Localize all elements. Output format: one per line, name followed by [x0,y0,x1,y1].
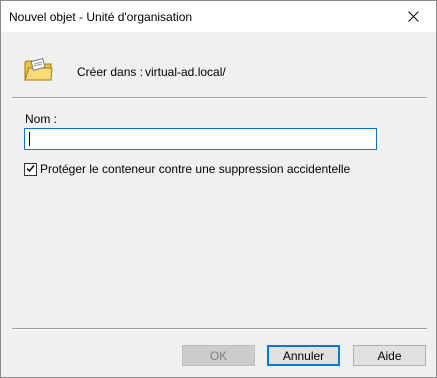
close-icon [407,11,419,22]
dialog-body: Créer dans : virtual-ad.local/ Nom : Pro… [1,32,436,377]
window-title: Nouvel objet - Unité d'organisation [9,10,193,24]
name-label: Nom : [25,112,58,126]
organizational-unit-icon [23,56,53,82]
text-caret [29,132,30,146]
cancel-button[interactable]: Annuler [267,345,340,366]
protect-checkbox-label: Protéger le conteneur contre une suppres… [40,162,351,176]
protect-container-option[interactable]: Protéger le conteneur contre une suppres… [24,161,350,177]
close-button[interactable] [390,1,436,32]
title-bar[interactable]: Nouvel objet - Unité d'organisation [1,1,436,32]
protect-checkbox[interactable] [24,162,37,176]
dialog-window: Nouvel objet - Unité d'organisation Crée… [0,0,437,378]
create-in-label: Créer dans : [77,65,144,79]
footer-divider [12,328,427,330]
header-divider [12,97,427,99]
ok-button[interactable]: OK [182,345,255,366]
checkmark-icon [26,162,35,176]
create-in-path: virtual-ad.local/ [145,65,226,79]
name-input[interactable] [24,128,377,150]
help-button[interactable]: Aide [353,345,426,366]
